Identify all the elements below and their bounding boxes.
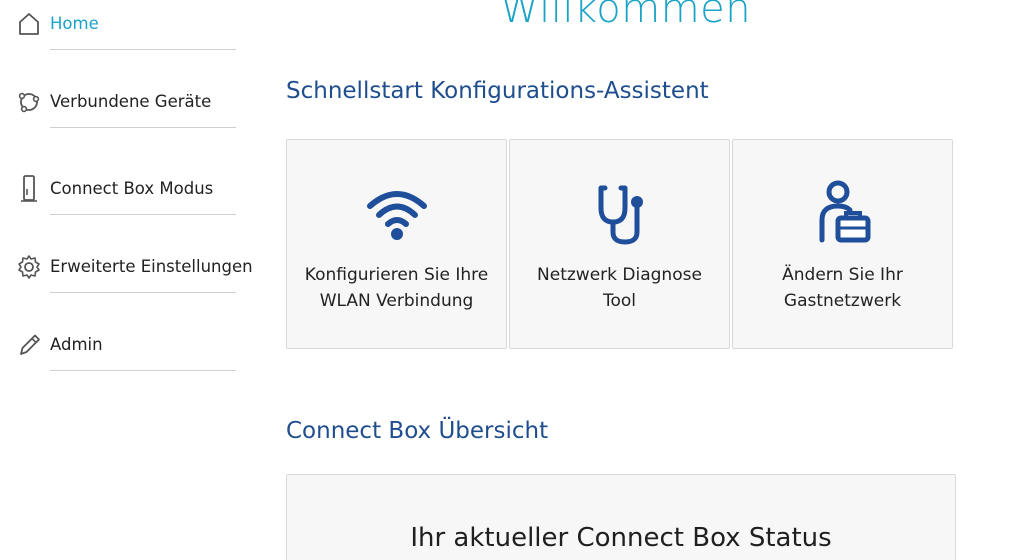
quickstart-heading: Schnellstart Konfigurations-Assistent [286, 78, 709, 104]
card-label-line2: Gastnetzwerk [783, 291, 902, 311]
sidebar-item-label: Erweiterte Einstellungen [50, 257, 253, 276]
quickstart-cards: Konfigurieren Sie Ihre WLAN Verbindung N… [286, 139, 956, 351]
divider [50, 49, 236, 50]
sidebar-item-connect-box-modus[interactable]: Connect Box Modus [14, 175, 236, 215]
router-icon [16, 175, 42, 203]
sidebar-item-label: Home [50, 14, 99, 33]
page: Home Verbundene Geräte Connect Box Modus… [0, 0, 1028, 560]
page-title: Willkommen [500, 0, 752, 32]
card-label-line2: WLAN Verbindung [319, 291, 474, 311]
status-panel: Ihr aktueller Connect Box Status [286, 474, 956, 560]
sidebar-item-label: Verbundene Geräte [50, 92, 212, 111]
divider [50, 214, 236, 215]
card-label: Netzwerk Diagnose Tool [520, 262, 719, 314]
divider [50, 370, 236, 371]
stethoscope-icon [585, 178, 655, 248]
wlan-config-card[interactable]: Konfigurieren Sie Ihre WLAN Verbindung [286, 139, 507, 349]
card-label: Ändern Sie Ihr Gastnetzwerk [743, 262, 942, 314]
card-label-line1: Konfigurieren Sie Ihre [304, 265, 489, 285]
sidebar-item-label: Admin [50, 335, 103, 354]
card-label-line1: Netzwerk Diagnose [537, 265, 702, 285]
wifi-icon [362, 178, 432, 248]
divider [50, 292, 236, 293]
overview-heading: Connect Box Übersicht [286, 418, 549, 444]
sidebar-item-erweiterte-einstellungen[interactable]: Erweiterte Einstellungen [14, 253, 253, 293]
guest-network-card[interactable]: Ändern Sie Ihr Gastnetzwerk [732, 139, 953, 349]
gear-icon [16, 253, 42, 281]
sidebar-item-verbundene-geraete[interactable]: Verbundene Geräte [14, 88, 236, 128]
sidebar-item-label: Connect Box Modus [50, 179, 214, 198]
card-label-line1: Ändern Sie Ihr [782, 265, 903, 285]
connected-devices-icon [16, 88, 42, 116]
status-title: Ihr aktueller Connect Box Status [410, 523, 832, 553]
network-diagnose-card[interactable]: Netzwerk Diagnose Tool [509, 139, 730, 349]
sidebar-item-admin[interactable]: Admin [14, 331, 236, 371]
card-label-line2: Tool [602, 291, 637, 311]
home-icon [16, 10, 42, 38]
guest-network-icon [808, 178, 878, 248]
sidebar-item-home[interactable]: Home [14, 10, 236, 50]
card-label: Konfigurieren Sie Ihre WLAN Verbindung [297, 262, 496, 314]
sidebar-nav: Home Verbundene Geräte Connect Box Modus… [0, 0, 253, 560]
divider [50, 127, 236, 128]
pencil-icon [16, 331, 42, 359]
